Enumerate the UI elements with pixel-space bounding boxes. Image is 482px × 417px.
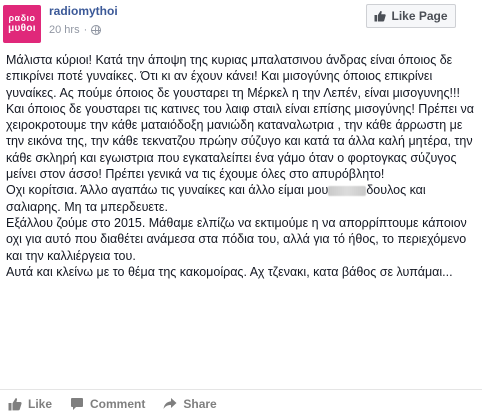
post-text-segment: Οχι κορίτσια. Άλλο αγαπάω τις γυναίκες κ… <box>6 183 329 198</box>
post-meta: 20 hrs · <box>49 24 102 36</box>
share-label: Share <box>183 396 217 411</box>
post-paragraph: Οχι κορίτσια. Άλλο αγαπάω τις γυναίκες κ… <box>6 182 478 215</box>
like-icon <box>8 397 22 410</box>
like-button[interactable]: Like <box>8 397 52 411</box>
like-page-label: Like Page <box>391 9 448 23</box>
post-timestamp[interactable]: 20 hrs <box>49 24 80 36</box>
comment-button[interactable]: Comment <box>70 397 145 411</box>
redacted-blur <box>328 186 367 197</box>
avatar-line1: ραδιο <box>8 13 36 23</box>
page-avatar[interactable]: ραδιο μυθοι <box>3 5 41 43</box>
thumbs-up-icon <box>374 10 387 22</box>
post-paragraph: Εξάλλου ζούμε στο 2015. Μάθαμε ελπίζω να… <box>6 215 471 263</box>
post-actions-bar: Like Comment Share <box>0 389 482 417</box>
post-paragraph: Μάλιστα κύριοι! Κατά την άποψη της κυρια… <box>6 53 478 182</box>
globe-icon <box>91 25 102 35</box>
post-body: Μάλιστα κύριοι! Κατά την άποψη της κυρια… <box>6 52 478 280</box>
share-button[interactable]: Share <box>163 396 217 411</box>
page-name-link[interactable]: radiomythoi <box>49 4 118 18</box>
comment-icon <box>71 397 84 410</box>
meta-separator: · <box>83 24 88 36</box>
post-header: ραδιο μυθοι radiomythoi 20 hrs · Like Pa… <box>0 0 482 43</box>
post-paragraph: Αυτά και κλείνω με το θέμα της κακομοίρα… <box>6 264 453 279</box>
comment-label: Comment <box>90 396 146 411</box>
facebook-post-card: ραδιο μυθοι radiomythoi 20 hrs · Like Pa… <box>0 0 482 417</box>
avatar-line2: μυθοι <box>8 23 36 34</box>
share-icon <box>163 397 177 409</box>
like-page-button[interactable]: Like Page <box>366 4 456 28</box>
like-label: Like <box>28 396 53 411</box>
